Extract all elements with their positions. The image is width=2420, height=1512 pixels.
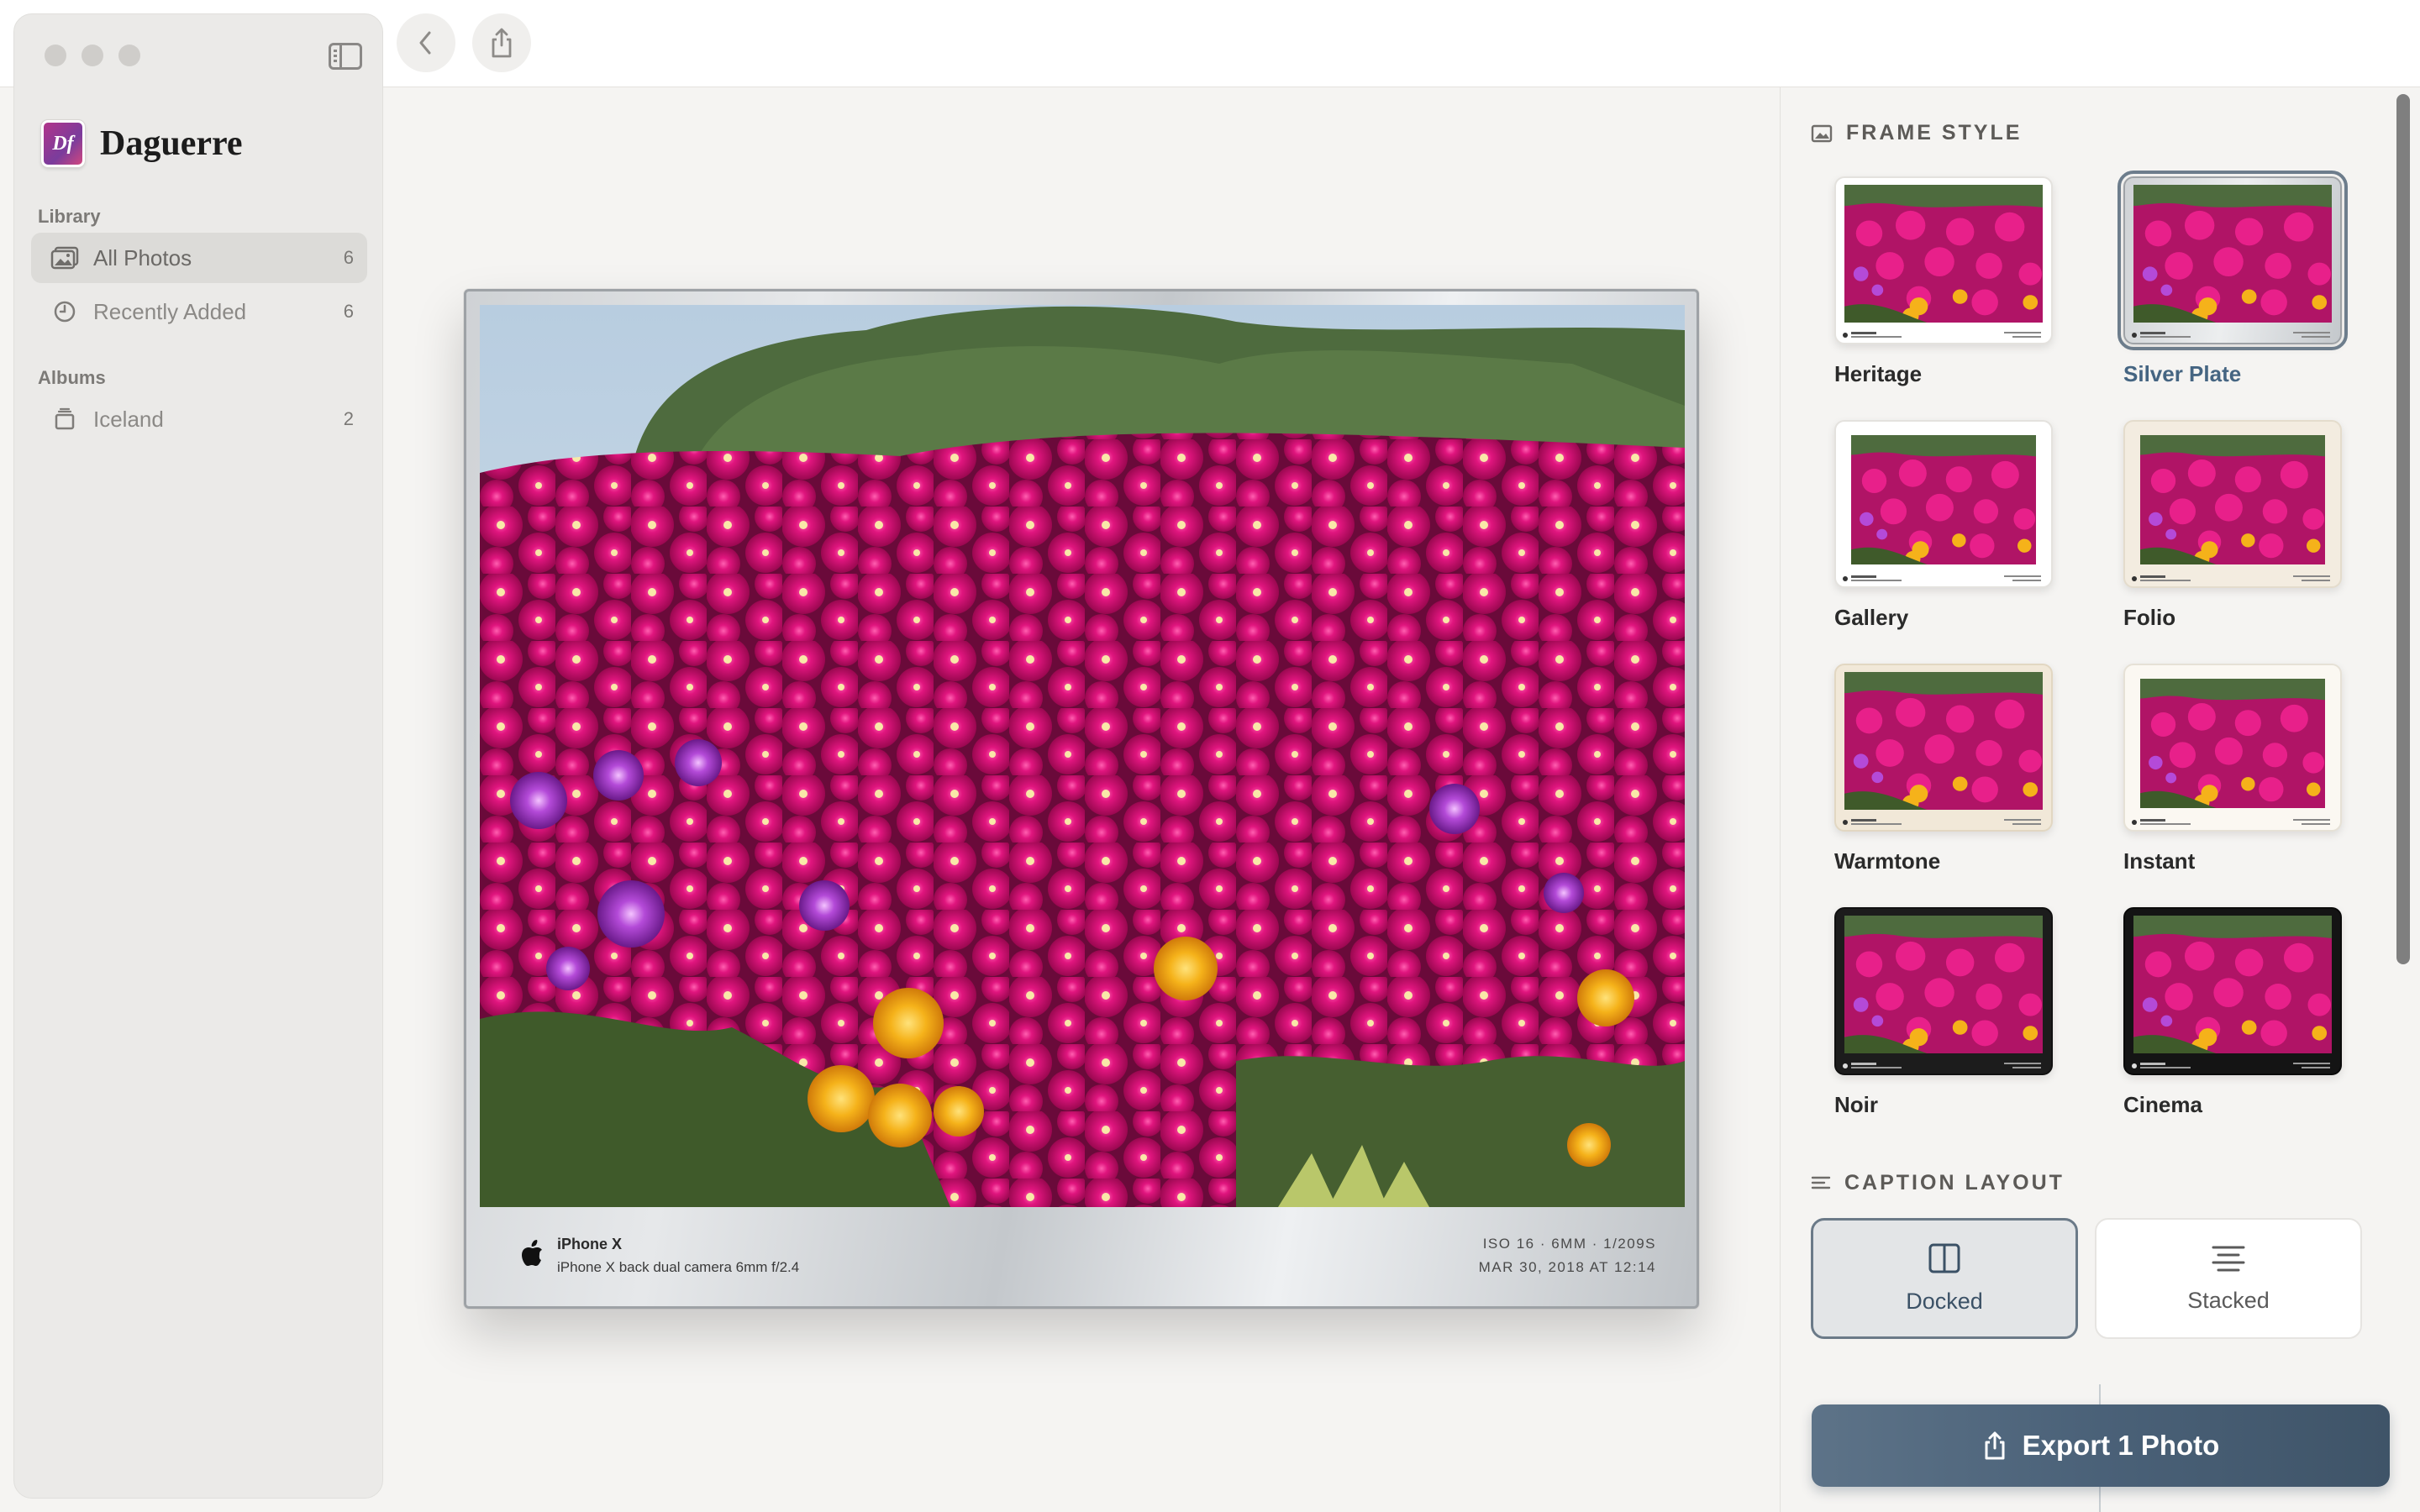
align-lines-icon [2212,1246,2245,1271]
thumbnail-photo [1851,435,2036,565]
thumbnail-caption-strip [1836,1058,2051,1074]
frame-style-label: Folio [2123,605,2176,630]
frame-style-instant[interactable] [2123,664,2342,832]
thumbnail-caption-strip [1836,328,2051,343]
caption-lens: iPhone X back dual camera 6mm f/2.4 [557,1259,800,1275]
caption-layout-stacked-button[interactable]: Stacked [2095,1218,2362,1339]
frame-style-label: Gallery [1834,605,1909,630]
frame-style-label: Silver Plate [2123,361,2242,386]
caption-camera: iPhone X [557,1236,623,1252]
thumbnail-photo [1844,672,2043,810]
library-section-label: Library [38,206,101,227]
frame-style-label: Warmtone [1834,848,1941,874]
caption-layout-label: Stacked [2187,1287,2270,1313]
sidebar-item-count: 2 [343,408,354,429]
caption-date: MAR 30, 2018 AT 12:14 [1478,1259,1656,1275]
sidebar-item-count: 6 [343,247,354,268]
frame-style-noir[interactable] [1834,907,2053,1075]
window-controls [45,45,140,66]
thumbnail-photo [2140,679,2325,809]
photo-caption: iPhone X iPhone X back dual camera 6mm f… [466,1207,1697,1308]
clock-icon [50,299,80,324]
app-brand: Df Daguerre [40,119,243,168]
thumbnail-caption-strip [1836,571,2051,586]
thumbnail-caption-strip [2125,815,2340,830]
album-icon [50,407,80,432]
albums-section-label: Albums [38,367,106,388]
thumbnail-photo [1844,916,2043,1053]
photo-image [480,305,1685,1207]
sidebar-item-all-photos[interactable]: All Photos 6 [31,233,367,283]
thumbnail-photo [2133,916,2332,1053]
apple-logo-icon [522,1240,542,1266]
frame-style-label: Cinema [2123,1092,2202,1117]
frame-style-warmtone[interactable] [1834,664,2053,832]
frame-style-heritage[interactable] [1834,176,2053,344]
inspector-scrollbar[interactable] [2396,94,2410,964]
export-button[interactable]: Export 1 Photo [1812,1404,2390,1487]
thumbnail-caption-strip [1836,815,2051,830]
share-button[interactable] [472,13,531,72]
frame-style-heading: FRAME STYLE [1811,121,2022,145]
thumbnail-photo [1844,185,2043,323]
thumbnail-caption-strip [2125,1058,2340,1074]
caption-exposure: ISO 16 · 6MM · 1/209S [1482,1236,1656,1252]
thumbnail-caption-strip [2125,328,2340,343]
photos-icon [50,245,80,270]
frame-style-cinema[interactable] [2123,907,2342,1075]
share-icon [1985,1431,2005,1460]
framed-photo-preview[interactable]: iPhone X iPhone X back dual camera 6mm f… [464,289,1699,1309]
chevron-left-icon [419,31,431,55]
caption-layout-label: Docked [1906,1288,1983,1314]
share-icon [492,28,512,58]
frame-style-heading-text: FRAME STYLE [1846,121,2023,144]
split-panel-icon [1928,1243,1960,1273]
thumbnail-photo [2140,435,2325,565]
inspector-panel: FRAME STYLE Heritage Silver Plate Gallery F… [1780,87,2420,1512]
frame-style-label: Noir [1834,1092,1878,1117]
sidebar-item-count: 6 [343,301,354,322]
frame-style-silver-plate[interactable] [2118,171,2348,350]
text-align-icon [1811,1176,1831,1189]
thumbnail-caption-strip [2125,571,2340,586]
sidebar-item-iceland[interactable]: Iceland 2 [31,394,367,444]
sidebar-toggle-icon[interactable] [329,43,362,70]
frame-style-label: Heritage [1834,361,1923,386]
app-logo: Df [40,119,86,168]
sidebar-item-recently-added[interactable]: Recently Added 6 [31,286,367,337]
frame-style-label: Instant [2123,848,2196,874]
zoom-window-button[interactable] [118,45,140,66]
close-window-button[interactable] [45,45,66,66]
caption-layout-heading: CAPTION LAYOUT [1811,1171,2065,1195]
caption-layout-docked-button[interactable]: Docked [1811,1218,2078,1339]
frame-style-folio[interactable] [2123,420,2342,588]
export-button-label: Export 1 Photo [2022,1430,2220,1461]
sidebar-item-label: Recently Added [93,298,247,324]
sidebar-item-label: Iceland [93,406,164,432]
app-name: Daguerre [100,124,243,163]
sidebar: Df Daguerre Library All Photos 6 Recentl… [13,13,383,1499]
image-icon [1811,124,1833,142]
sidebar-item-label: All Photos [93,244,192,270]
back-button[interactable] [397,13,455,72]
thumbnail-photo [2133,185,2332,323]
minimize-window-button[interactable] [82,45,103,66]
frame-style-gallery[interactable] [1834,420,2053,588]
caption-layout-heading-text: CAPTION LAYOUT [1844,1171,2065,1194]
